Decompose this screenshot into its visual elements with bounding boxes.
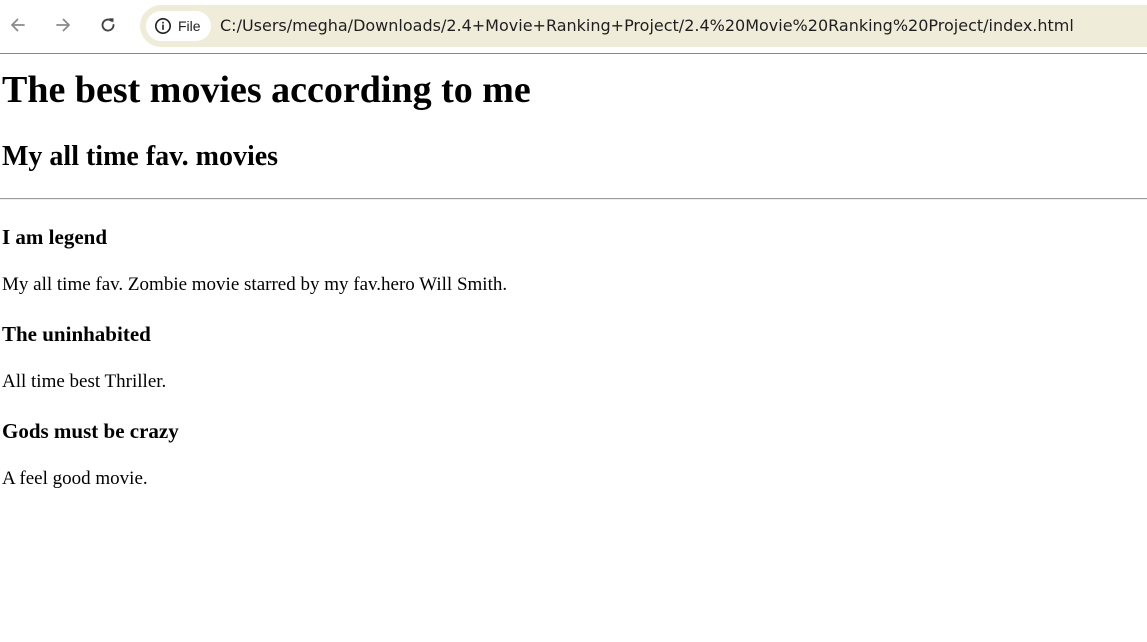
movie-title: I am legend bbox=[2, 225, 107, 249]
site-info-label: File bbox=[178, 18, 201, 34]
info-icon bbox=[155, 18, 171, 34]
site-info-chip[interactable]: File bbox=[146, 11, 211, 41]
address-bar[interactable]: File C:/Users/megha/Downloads/2.4+Movie+… bbox=[140, 5, 1147, 47]
movie-description: My all time fav. Zombie movie starred by… bbox=[2, 274, 508, 295]
arrow-back-icon bbox=[11, 18, 25, 32]
reload-button[interactable] bbox=[94, 11, 122, 39]
movie-title: Gods must be crazy bbox=[2, 419, 179, 443]
browser-toolbar: File C:/Users/megha/Downloads/2.4+Movie+… bbox=[0, 0, 1147, 54]
url-text[interactable]: C:/Users/megha/Downloads/2.4+Movie+Ranki… bbox=[220, 17, 1074, 35]
back-button[interactable] bbox=[4, 11, 32, 39]
page-title: The best movies according to me bbox=[2, 69, 531, 111]
movie-title: The uninhabited bbox=[2, 322, 151, 346]
page-subtitle: My all time fav. movies bbox=[2, 141, 279, 172]
forward-button[interactable] bbox=[49, 11, 77, 39]
movie-description: All time best Thriller. bbox=[2, 371, 167, 392]
arrow-forward-icon bbox=[56, 18, 70, 32]
divider bbox=[0, 198, 1147, 200]
reload-icon bbox=[101, 18, 115, 32]
movie-description: A feel good movie. bbox=[2, 468, 148, 489]
